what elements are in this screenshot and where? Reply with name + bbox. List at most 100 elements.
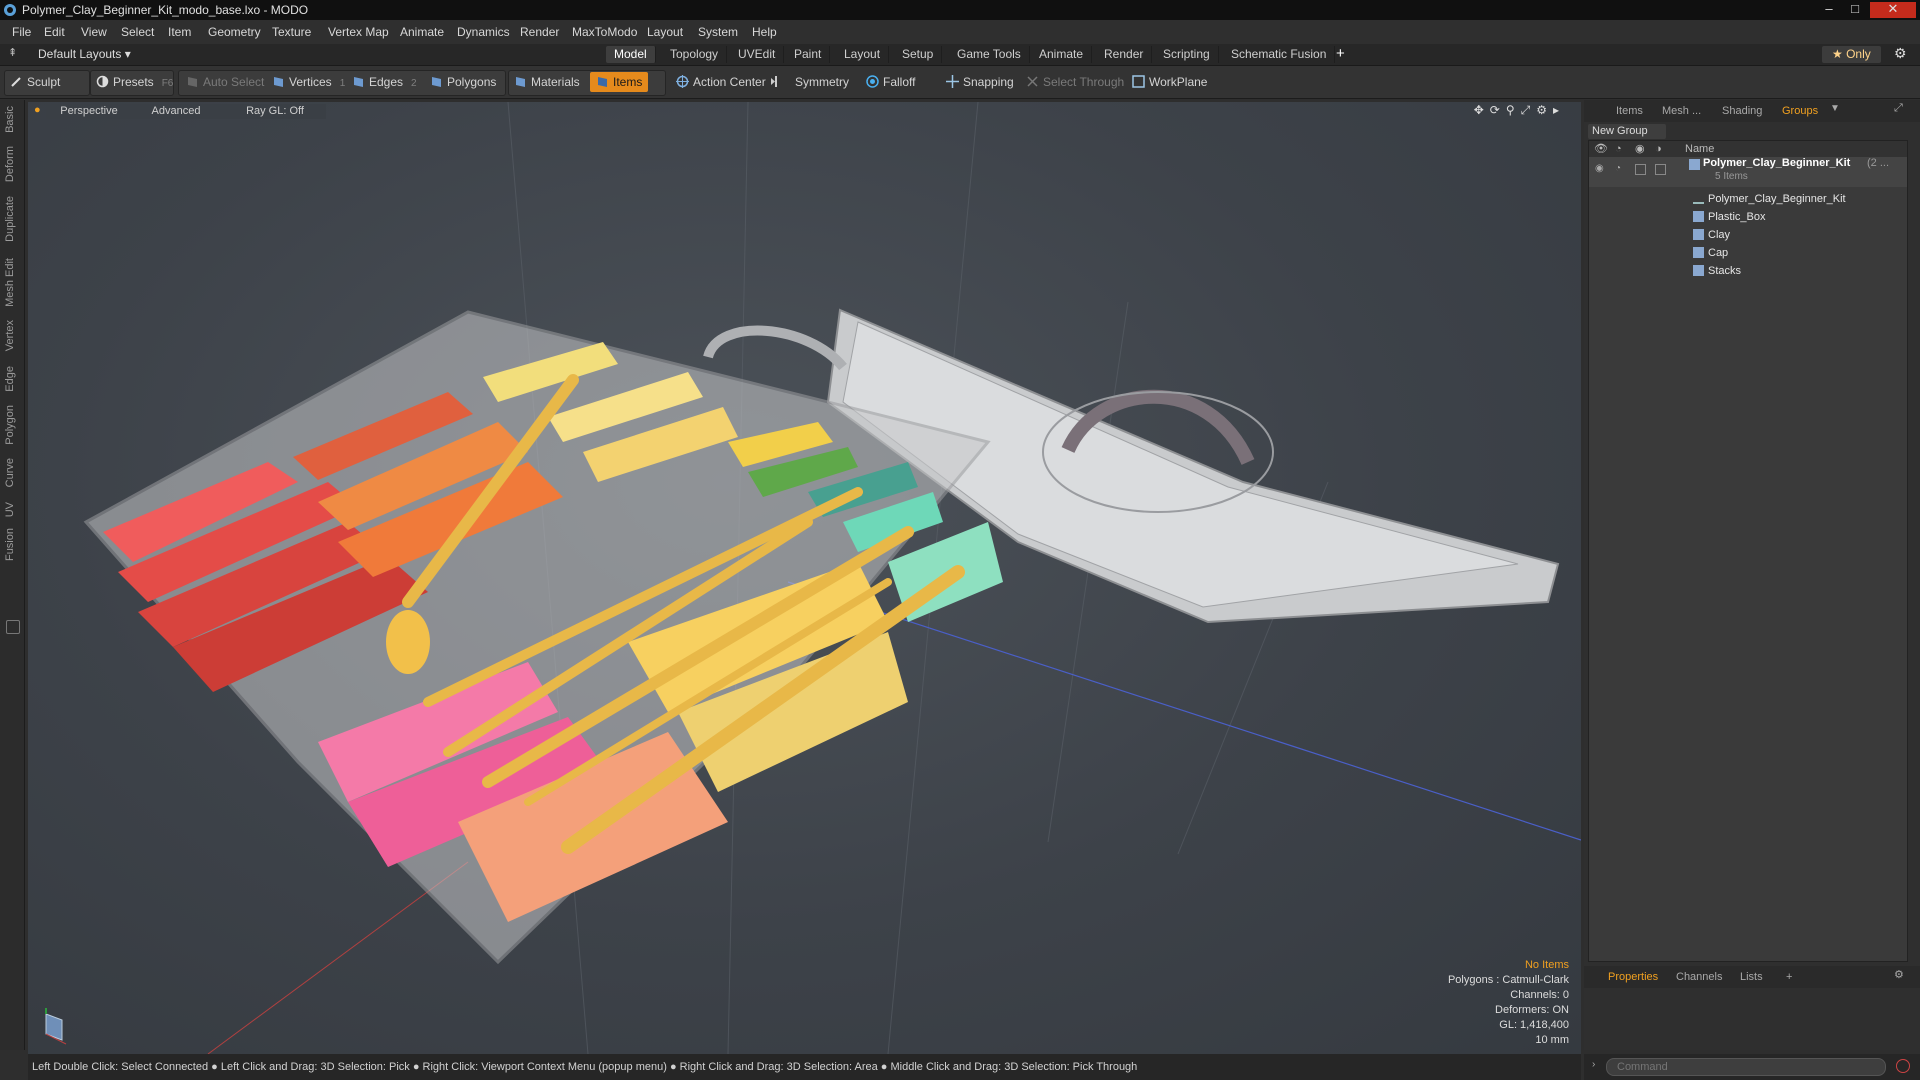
menu-view[interactable]: View: [81, 25, 107, 39]
x-axis-line: [787, 581, 1581, 841]
tree-item-cap[interactable]: Cap: [1693, 245, 1728, 262]
menu-file[interactable]: File: [12, 25, 31, 39]
tree-item-plastic-box[interactable]: Plastic_Box: [1693, 209, 1765, 226]
render-toggle-icon[interactable]: ◔: [1615, 141, 1622, 157]
panel-toggle-icon[interactable]: [6, 620, 20, 634]
3d-viewport[interactable]: ● Perspective Advanced Ray GL: Off ✥⟳⚲⤢⚙…: [28, 102, 1581, 1054]
menu-help[interactable]: Help: [752, 25, 777, 39]
edges-key: 2: [411, 78, 417, 89]
gear-icon[interactable]: ⚙: [1894, 45, 1907, 62]
menu-texture[interactable]: Texture: [272, 25, 311, 39]
menu-bar: File Edit View Select Item Geometry Text…: [0, 20, 1920, 45]
menu-geometry[interactable]: Geometry: [208, 25, 261, 39]
sculpt-button[interactable]: Sculpt: [10, 72, 60, 92]
menu-dynamics[interactable]: Dynamics: [457, 25, 510, 39]
tab-scripting[interactable]: Scripting: [1155, 46, 1219, 63]
menu-item[interactable]: Item: [168, 25, 191, 39]
action-center-label: Action Center: [693, 75, 766, 89]
tab-items[interactable]: Items: [1616, 103, 1643, 119]
edges-label: Edges: [369, 75, 404, 89]
command-history-icon[interactable]: [1896, 1059, 1910, 1073]
tab-paint[interactable]: Paint: [786, 46, 831, 63]
action-center-button[interactable]: Action Center: [676, 72, 766, 92]
tab-animate[interactable]: Animate: [1031, 46, 1093, 63]
edges-button[interactable]: Edges 2: [352, 72, 417, 92]
tab-lists[interactable]: Lists: [1740, 969, 1763, 985]
select-through-button[interactable]: Select Through: [1026, 72, 1124, 92]
command-input[interactable]: [1606, 1058, 1886, 1076]
materials-button[interactable]: Materials: [514, 72, 580, 92]
menu-animate[interactable]: Animate: [400, 25, 444, 39]
auto-select-button[interactable]: Auto Select: [186, 72, 264, 92]
scene-render: [83, 102, 1581, 1054]
menu-select[interactable]: Select: [121, 25, 154, 39]
tab-shading[interactable]: Shading: [1722, 103, 1762, 119]
tab-edge[interactable]: Edge: [4, 366, 20, 392]
select-checkbox[interactable]: [1655, 164, 1666, 175]
tab-polygon[interactable]: Polygon: [4, 405, 20, 445]
layouts-expand-icon[interactable]: ⇞: [8, 46, 17, 59]
new-group-button[interactable]: New Group: [1588, 124, 1666, 139]
tab-fusion[interactable]: Fusion: [4, 528, 20, 561]
tab-properties[interactable]: Properties: [1608, 969, 1658, 985]
modo-logo-icon: [4, 4, 16, 16]
tree-item-polymer-clay-kit[interactable]: Polymer_Clay_Beginner_Kit: [1693, 191, 1846, 208]
tab-vertex[interactable]: Vertex: [4, 320, 20, 351]
tab-duplicate[interactable]: Duplicate: [4, 196, 20, 242]
snapping-button[interactable]: Snapping: [946, 72, 1014, 92]
lock-checkbox[interactable]: [1635, 164, 1646, 175]
menu-maxtomodo[interactable]: MaxToModo: [572, 25, 637, 39]
workplane-button[interactable]: WorkPlane: [1132, 72, 1207, 92]
tab-layout[interactable]: Layout: [836, 46, 890, 63]
panel-settings-gear-icon[interactable]: ⚙: [1894, 968, 1904, 981]
add-tab-button[interactable]: +: [1336, 45, 1345, 62]
presets-button[interactable]: Presets F6: [96, 72, 173, 92]
symmetry-button[interactable]: Symmetry: [770, 72, 849, 92]
tree-root-row[interactable]: ◉ ◔ Polymer_Clay_Beginner_Kit (2 ... 5 I…: [1589, 157, 1907, 187]
select-toggle-icon[interactable]: ◑: [1655, 141, 1662, 157]
tab-game-tools[interactable]: Game Tools: [949, 46, 1030, 63]
tab-deform[interactable]: Deform: [4, 146, 20, 182]
menu-vertex-map[interactable]: Vertex Map: [328, 25, 389, 39]
menu-edit[interactable]: Edit: [44, 25, 65, 39]
tab-groups[interactable]: Groups: [1782, 103, 1818, 119]
polygons-button[interactable]: Polygons: [430, 72, 496, 92]
tree-item-clay[interactable]: Clay: [1693, 227, 1730, 244]
tab-mesh[interactable]: Mesh ...: [1662, 103, 1701, 119]
tab-basic[interactable]: Basic: [4, 106, 20, 133]
maximize-button[interactable]: □: [1844, 2, 1866, 18]
falloff-button[interactable]: Falloff: [866, 72, 915, 92]
name-column-header[interactable]: Name: [1685, 141, 1714, 157]
properties-tabbar: Properties Channels Lists + ⚙: [1584, 966, 1920, 988]
chevron-down-icon[interactable]: ▼: [1830, 103, 1840, 114]
select-through-icon: [1027, 76, 1038, 87]
command-bar: ›: [1584, 1054, 1920, 1080]
close-button[interactable]: ✕: [1870, 2, 1916, 18]
tree-header: 👁 ◔ ◉ ◑ Name: [1589, 141, 1907, 157]
tab-setup[interactable]: Setup: [894, 46, 943, 63]
add-panel-tab-button[interactable]: +: [1786, 969, 1792, 985]
render-icon[interactable]: ◔: [1615, 163, 1621, 174]
tab-topology[interactable]: Topology: [662, 46, 728, 63]
tab-mesh-edit[interactable]: Mesh Edit: [4, 258, 20, 307]
tab-render[interactable]: Render: [1096, 46, 1153, 63]
tab-uv[interactable]: UV: [4, 502, 20, 517]
default-layouts-dropdown[interactable]: Default Layouts ▾: [38, 47, 131, 61]
tab-curve[interactable]: Curve: [4, 458, 20, 487]
minimize-button[interactable]: –: [1818, 2, 1840, 18]
menu-system[interactable]: System: [698, 25, 738, 39]
tab-uvedit[interactable]: UVEdit: [730, 46, 785, 63]
eye-icon[interactable]: 👁: [1594, 141, 1608, 157]
tree-item-stacks[interactable]: Stacks: [1693, 263, 1741, 280]
expand-panel-icon[interactable]: ⤢: [1894, 102, 1903, 115]
lock-icon[interactable]: ◉: [1635, 141, 1645, 157]
menu-render[interactable]: Render: [520, 25, 559, 39]
tab-channels[interactable]: Channels: [1676, 969, 1722, 985]
visibility-eye-icon[interactable]: ◉: [1595, 163, 1604, 174]
vertices-button[interactable]: Vertices 1: [272, 72, 345, 92]
menu-layout[interactable]: Layout: [647, 25, 683, 39]
tab-schematic-fusion[interactable]: Schematic Fusion: [1223, 46, 1336, 63]
items-button[interactable]: Items: [590, 72, 649, 92]
tab-model[interactable]: Model: [606, 46, 656, 63]
only-toggle[interactable]: ★ Only: [1822, 46, 1881, 63]
